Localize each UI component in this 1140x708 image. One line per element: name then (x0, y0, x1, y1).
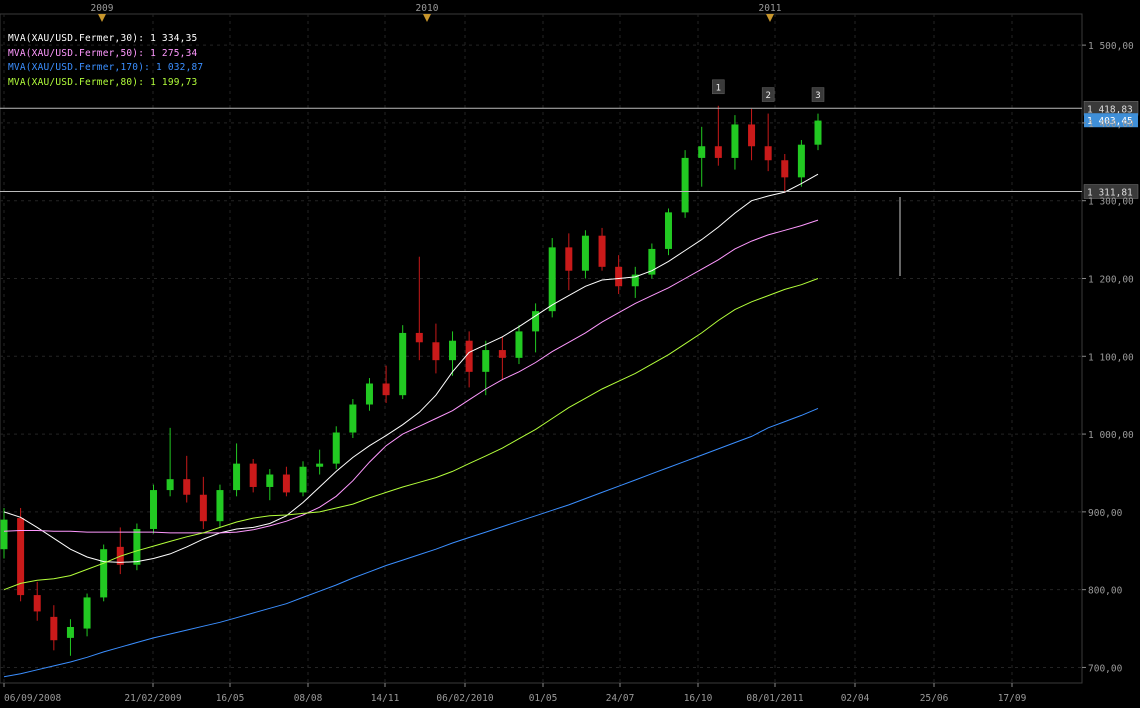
x-tick-label: 14/11 (371, 693, 400, 704)
candle-body (565, 247, 573, 271)
pattern-marker-label: 3 (815, 91, 820, 101)
year-markers: 2009 2010 2011 (91, 3, 782, 22)
candle-body (664, 212, 672, 249)
x-tick-label: 08/01/2011 (746, 693, 803, 704)
candle-body (731, 124, 739, 158)
candle-body (681, 157, 689, 213)
y-tick-label: 900,00 (1088, 508, 1123, 519)
moving-average-line (3, 173, 819, 563)
candle-body (349, 404, 357, 433)
y-tick-label: 1 500,00 (1088, 41, 1134, 52)
y-tick-label: 1 000,00 (1088, 430, 1134, 441)
pattern-marker-label: 1 (716, 83, 721, 93)
y-tick-label: 1 100,00 (1088, 352, 1134, 363)
candle-body (316, 463, 324, 467)
candle-body (199, 494, 207, 522)
price-chart[interactable]: 1 418,831 403,451 311,81 700,00 800,00 900… (0, 0, 1140, 708)
candle-body (249, 463, 257, 487)
x-tick-label: 08/08 (294, 693, 323, 704)
year-marker-triangle (423, 14, 431, 22)
grid (0, 13, 1083, 684)
x-tick-label: 02/04 (841, 693, 870, 704)
candle-body (714, 146, 722, 158)
candle-body (449, 340, 457, 361)
candle-body (382, 383, 390, 396)
candle-body (764, 146, 772, 161)
candle-body (698, 146, 706, 158)
year-label: 2010 (416, 3, 439, 14)
pattern-markers: 1 2 3 (712, 79, 825, 102)
candle-body (0, 519, 8, 550)
candle-body (33, 595, 41, 612)
candle-body (748, 124, 756, 147)
candle-body (365, 383, 373, 405)
x-tick-label: 25/06 (920, 693, 949, 704)
candle-body (83, 597, 91, 629)
moving-average-line (3, 219, 819, 534)
year-label: 2009 (91, 3, 114, 14)
candle-body (50, 616, 58, 641)
x-tick-label: 24/07 (606, 693, 635, 704)
x-tick-label: 01/05 (529, 693, 558, 704)
candle-body (598, 235, 606, 267)
candle-body (399, 332, 407, 396)
candle-body (498, 350, 506, 358)
x-tick-label: 16/10 (684, 693, 713, 704)
legend-entry[interactable]: MVA(XAU/USD.Fermer,80): 1 199,73 (8, 76, 203, 91)
y-tick-label: 700,00 (1088, 663, 1123, 674)
y-tick-label: 1 300,00 (1088, 197, 1134, 208)
candle-body (166, 479, 174, 491)
x-tick-label: 21/02/2009 (124, 693, 181, 704)
candle-body (482, 350, 490, 372)
candle-body (781, 160, 789, 178)
y-tick-label: 1 400,00 (1088, 119, 1134, 130)
candle-body (814, 120, 822, 145)
price-lines: 1 418,831 403,451 311,81 (0, 101, 1139, 199)
year-label: 2011 (759, 3, 782, 14)
candle-body (216, 490, 224, 522)
legend-entry[interactable]: MVA(XAU/USD.Fermer,170): 1 032,87 (8, 61, 203, 76)
candle-body (615, 266, 623, 287)
year-marker-triangle (98, 14, 106, 22)
candle-body (133, 528, 141, 565)
x-tick-label: 16/05 (216, 693, 245, 704)
candle-body (432, 342, 440, 361)
moving-average-line (3, 407, 819, 678)
x-tick-label: 17/09 (998, 693, 1027, 704)
candle-body (150, 490, 158, 529)
plot-frame (0, 13, 1083, 684)
candle-body (548, 247, 556, 312)
y-axis: 700,00 800,00 900,00 1 000,00 1 100,00 1 200,… (1082, 41, 1134, 674)
candle-body (66, 626, 74, 638)
pattern-marker-label: 2 (765, 91, 770, 101)
candle-body (581, 235, 589, 271)
y-tick-label: 800,00 (1088, 586, 1123, 597)
x-axis: 06/09/2008 21/02/2009 16/05 08/08 14/11 06/02… (3, 683, 1027, 704)
candle-body (415, 332, 423, 343)
candle-body (233, 463, 241, 491)
candle-body (183, 479, 191, 495)
candle-body (465, 340, 473, 372)
x-tick-label: 06/09/2008 (4, 693, 61, 704)
legend-entry[interactable]: MVA(XAU/USD.Fermer,30): 1 334,35 (8, 32, 203, 47)
moving-average-lines (3, 173, 819, 678)
candle-body (282, 474, 290, 493)
candle-body (797, 144, 805, 178)
candle-body (100, 549, 108, 598)
year-marker-triangle (766, 14, 774, 22)
candle-body (299, 466, 307, 493)
legend-entry[interactable]: MVA(XAU/USD.Fermer,50): 1 275,34 (8, 47, 203, 62)
x-tick-label: 06/02/2010 (436, 693, 493, 704)
indicator-legend: MVA(XAU/USD.Fermer,30): 1 334,35 MVA(XAU/… (8, 32, 203, 90)
candle-body (332, 432, 340, 464)
y-tick-label: 1 200,00 (1088, 274, 1134, 285)
candle-body (266, 474, 274, 487)
candle-body (515, 331, 523, 358)
